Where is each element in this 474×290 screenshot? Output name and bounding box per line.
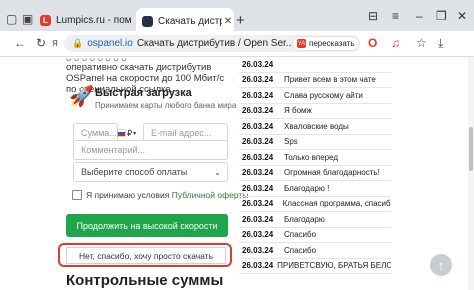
terms-checkbox[interactable] (72, 190, 82, 200)
new-tab-icon[interactable]: + (236, 12, 245, 29)
url-page-title: Скачать дистрибутив / Open Ser... (136, 38, 295, 49)
comment-date: 26.03.24 (242, 137, 274, 147)
fast-download-card: 🚀 Быстрая загрузка Принимаем карты любог… (65, 81, 236, 127)
comment-text: Спасибо (284, 245, 317, 255)
comment-input[interactable]: Комментарий... (73, 140, 228, 160)
comment-row: 26.03.24 Хваловские воды (239, 119, 391, 135)
comment-text: Классная программа, спасибо (282, 199, 391, 209)
comment-text: Хваловские воды (284, 121, 349, 131)
opera-icon[interactable]: O (368, 36, 377, 50)
tab-title: Lumpics.ru - помощь с ко (56, 14, 132, 26)
comment-row: 26.03.24 Привет всем в этом чате (239, 73, 391, 88)
download-icon[interactable]: ⤓ (438, 36, 443, 50)
page-content: ᴗ ᴗ ᴗ ᴗ ᴗ ᴗ ᴗ ᴗ оперативно скачать дистр… (0, 57, 474, 290)
comment-placeholder: Комментарий... (81, 145, 146, 155)
retell-button[interactable]: YA пересказать (293, 37, 359, 50)
chevron-down-icon: ▾ (133, 130, 137, 137)
comment-date: 26.03.24 (242, 121, 274, 131)
fast-download-subtitle: Принимаем карты любого банка мира (95, 101, 237, 110)
tab-lumpics[interactable]: L Lumpics.ru - помощь с ко (40, 9, 132, 31)
back-icon[interactable]: ← (14, 36, 26, 50)
comment-date: 26.03.24 (242, 199, 274, 209)
comment-date: 26.03.24 (242, 183, 274, 193)
fast-download-button[interactable]: Продолжить на высокой скорости (66, 214, 228, 237)
comment-text: Благодарю (284, 214, 325, 224)
comment-text: Я бомж (284, 106, 312, 116)
retell-label: пересказать (309, 39, 355, 48)
free-download-button[interactable]: Нет, спасибо, хочу просто скачать (66, 247, 226, 264)
scrollbar-thumb[interactable] (469, 127, 473, 171)
comment-row: 26.03.24 Спасибо (239, 243, 391, 259)
email-placeholder: E-mail адрес... (151, 128, 212, 138)
comment-row: 26.03.24 Классная программа, спасибо (239, 197, 391, 212)
chevron-down-icon: ⌄ (214, 167, 221, 177)
comment-text: Слава русскому айти (284, 90, 363, 100)
star-icon[interactable]: ☆ (416, 36, 427, 50)
comment-date: 26.03.24 (242, 152, 274, 162)
comment-row: 26.03.24 Благодарю (239, 212, 391, 228)
scrollbar[interactable] (468, 57, 474, 290)
fast-download-title: Быстрая загрузка (95, 87, 192, 99)
comment-row: 26.03.24 Спасибо (239, 228, 391, 243)
retell-badge-icon: YA (297, 39, 306, 48)
comment-date: 26.03.24 (242, 261, 274, 271)
terms-label: Я принимаю условия (86, 190, 170, 200)
close-window-icon[interactable]: ✕ (457, 9, 467, 23)
payment-select-value: Выберите способ оплаты (81, 167, 188, 177)
comment-date: 26.03.24 (242, 90, 274, 100)
tab-list-icon[interactable]: ▢ (6, 12, 17, 26)
address-toolbar: ← ↻ Я 🔒 ospanel.io Скачать дистрибутив /… (0, 31, 474, 57)
music-icon[interactable]: ♫ (391, 36, 400, 50)
rocket-icon: 🚀 (69, 86, 94, 108)
comment-date: 26.03.24 (242, 75, 274, 85)
lock-icon[interactable]: 🔒 (72, 38, 83, 49)
lumpics-favicon-icon: L (40, 14, 51, 26)
comment-date: 26.03.24 (242, 245, 274, 255)
comment-row: 26.03.24ПРИВЕТСВУЮ, БРАТЬЯ БЕЛОРУСЫ! (239, 259, 391, 274)
tab-strip: ▢ ▣ L Lumpics.ru - помощь с ко Скачать д… (0, 0, 474, 34)
comment-date: 26.03.24 (242, 168, 274, 178)
arrow-up-icon: ↑ (437, 257, 445, 273)
comment-text: Огромная благодарность! (284, 168, 380, 178)
comment-date: 26.03.24 (242, 214, 274, 224)
comment-row: 26.03.24 Только вперед (239, 150, 391, 166)
tab-list-icon[interactable]: ▣ (22, 12, 33, 26)
comment-row: 26.03.24 (239, 57, 391, 73)
comment-row: 26.03.24 Я бомж (239, 104, 391, 119)
comment-text: Спасибо (284, 230, 317, 240)
currency-symbol: ₽ (127, 128, 133, 138)
comment-text: Привет всем в этом чате (284, 75, 376, 85)
amount-placeholder: Сумма... (81, 128, 117, 138)
minimize-icon[interactable]: – (416, 9, 423, 23)
close-tab-icon[interactable]: ✕ (222, 16, 234, 27)
tab-title: Скачать дистрибутив (158, 15, 222, 27)
comment-text: Только вперед (284, 152, 339, 162)
russia-flag-icon (118, 130, 125, 136)
reload-icon[interactable]: ↻ (36, 36, 46, 50)
menu-icon[interactable]: ≡ (392, 9, 399, 23)
comment-row: 26.03.24 Благодарю ! (239, 181, 391, 197)
maximize-icon[interactable]: ❐ (436, 9, 447, 23)
url-domain: ospanel.io (87, 38, 133, 49)
scroll-to-top-button[interactable]: ↑ (430, 254, 452, 276)
ospanel-favicon-icon (142, 15, 153, 27)
comment-date: 26.03.24 (242, 59, 274, 69)
yandex-icon[interactable]: Я (52, 37, 58, 51)
comment-date: 26.03.24 (242, 106, 274, 116)
terms-row: Я принимаю условия Публичной оферты (72, 190, 248, 200)
payment-method-select[interactable]: Выберите способ оплаты ⌄ (73, 162, 228, 182)
comments-list: 26.03.24 26.03.24 Привет всем в этом чате 2… (239, 57, 391, 274)
comment-date: 26.03.24 (242, 230, 274, 240)
bookmark-icon[interactable]: ⊟ (368, 9, 378, 23)
checksums-heading: Контрольные суммы (66, 272, 224, 289)
comment-text: ПРИВЕТСВУЮ, БРАТЬЯ БЕЛОРУСЫ! (277, 261, 391, 271)
terms-link[interactable]: Публичной оферты (172, 190, 249, 200)
comment-row: 26.03.24 Sps (239, 135, 391, 150)
comment-row: 26.03.24 Огромная благодарность! (239, 166, 391, 181)
comment-row: 26.03.24 Слава русскому айти (239, 88, 391, 104)
comment-text: Благодарю ! (284, 183, 330, 193)
comment-text: Sps (284, 137, 298, 147)
